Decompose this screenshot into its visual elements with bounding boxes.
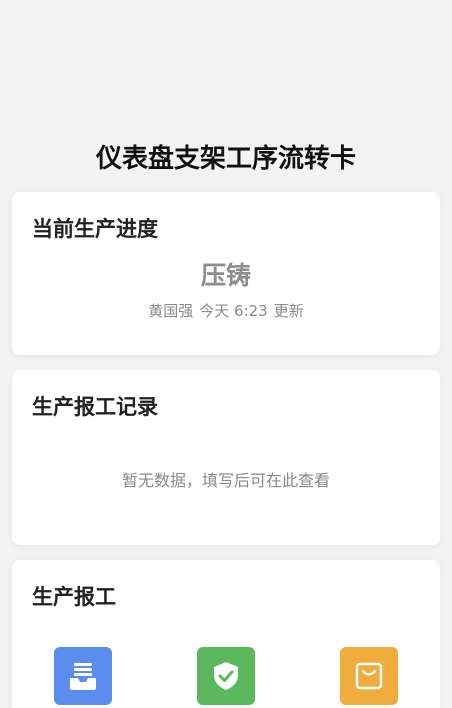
shopping-bag-icon [355, 662, 383, 690]
shield-check-icon [214, 662, 238, 690]
progress-card: 当前生产进度 压铸 黄国强 今天 6:23 更新 [12, 192, 440, 355]
inbox-tray-icon [70, 663, 96, 690]
update-suffix: 更新 [273, 302, 304, 320]
progress-card-title: 当前生产进度 [32, 217, 158, 241]
records-card-title: 生产报工记录 [32, 395, 158, 419]
report-action-inspect-button[interactable] [197, 647, 255, 705]
update-time: 今天 6:23 [199, 302, 268, 320]
screen: 仪表盘支架工序流转卡 当前生产进度 压铸 黄国强 今天 6:23 更新 生产报工记录… [0, 0, 452, 708]
report-card-title: 生产报工 [32, 585, 116, 609]
report-action-inbox-button[interactable] [54, 647, 112, 705]
operator-name: 黄国强 [148, 302, 194, 320]
progress-meta: 黄国强 今天 6:23 更新 [12, 300, 440, 321]
records-card: 生产报工记录 暂无数据，填写后可在此查看 [12, 370, 440, 545]
page-title: 仪表盘支架工序流转卡 [95, 144, 356, 174]
current-stage: 压铸 [200, 261, 251, 290]
empty-state-text: 暂无数据，填写后可在此查看 [121, 471, 330, 490]
report-card: 生产报工 [12, 560, 440, 708]
report-action-bag-button[interactable] [340, 647, 398, 705]
